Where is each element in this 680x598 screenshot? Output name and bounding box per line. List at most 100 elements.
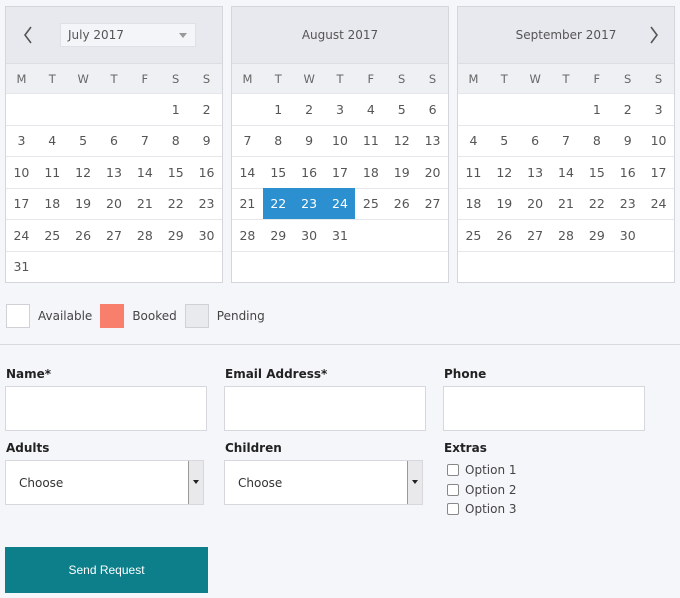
day-cell[interactable]: 17 [6, 187, 37, 220]
day-cell[interactable]: 7 [550, 124, 582, 157]
day-cell[interactable]: 16 [191, 156, 222, 188]
day-cell[interactable]: 20 [98, 187, 130, 220]
day-cell[interactable]: 4 [36, 124, 68, 157]
send-request-button[interactable]: Send Request [5, 547, 208, 593]
day-cell[interactable]: 20 [417, 156, 448, 188]
day-cell[interactable]: 8 [160, 124, 192, 157]
day-cell[interactable]: 18 [458, 187, 489, 220]
day-cell[interactable]: 28 [232, 219, 263, 251]
day-cell[interactable]: 14 [232, 156, 263, 188]
day-cell[interactable]: 11 [36, 156, 68, 188]
prev-month-button[interactable] [16, 21, 40, 49]
day-cell[interactable]: 11 [355, 124, 387, 157]
day-cell[interactable]: 13 [98, 156, 130, 188]
extra-option-3[interactable]: Option 3 [447, 502, 517, 516]
day-cell[interactable]: 16 [293, 156, 325, 188]
day-cell[interactable]: 5 [67, 124, 99, 157]
next-month-button[interactable] [642, 21, 666, 49]
day-cell[interactable]: 15 [160, 156, 192, 188]
children-select[interactable]: Choose [224, 460, 423, 505]
day-cell[interactable]: 17 [643, 156, 674, 188]
day-cell[interactable]: 16 [612, 156, 644, 188]
day-cell[interactable]: 24 [324, 187, 356, 219]
day-cell[interactable]: 18 [355, 156, 387, 188]
day-cell[interactable]: 30 [293, 219, 325, 251]
day-cell[interactable]: 6 [519, 124, 551, 157]
day-cell[interactable]: 2 [612, 93, 644, 125]
day-cell[interactable]: 21 [232, 187, 263, 220]
day-cell[interactable]: 2 [293, 93, 325, 125]
day-cell[interactable]: 19 [67, 187, 99, 220]
day-cell[interactable]: 24 [643, 187, 674, 220]
day-cell[interactable]: 5 [386, 93, 418, 125]
day-cell[interactable]: 22 [581, 187, 613, 220]
day-cell[interactable]: 26 [488, 219, 520, 251]
day-cell[interactable]: 10 [643, 124, 674, 157]
day-cell[interactable]: 22 [160, 187, 192, 220]
day-cell[interactable]: 20 [519, 187, 551, 220]
day-cell[interactable]: 1 [262, 93, 294, 125]
day-cell[interactable]: 9 [191, 124, 222, 157]
day-cell[interactable]: 25 [355, 187, 387, 220]
day-cell[interactable]: 8 [581, 124, 613, 157]
checkbox[interactable] [447, 464, 459, 476]
day-cell[interactable]: 28 [129, 219, 161, 251]
day-cell[interactable]: 10 [324, 124, 356, 157]
day-cell[interactable]: 19 [488, 187, 520, 220]
adults-select[interactable]: Choose [5, 460, 204, 505]
extra-option-1[interactable]: Option 1 [447, 463, 517, 477]
day-cell[interactable]: 9 [293, 124, 325, 157]
checkbox[interactable] [447, 484, 459, 496]
month-select[interactable]: July 2017 [60, 23, 196, 47]
day-cell[interactable]: 14 [129, 156, 161, 188]
dropdown-arrow-icon[interactable] [407, 461, 422, 504]
extra-option-2[interactable]: Option 2 [447, 483, 517, 497]
checkbox[interactable] [447, 503, 459, 515]
day-cell[interactable]: 25 [458, 219, 489, 251]
name-field[interactable] [5, 386, 207, 431]
day-cell[interactable]: 13 [519, 156, 551, 188]
day-cell[interactable]: 22 [262, 187, 294, 219]
day-cell[interactable]: 19 [386, 156, 418, 188]
day-cell[interactable]: 23 [191, 187, 222, 220]
day-cell[interactable]: 29 [160, 219, 192, 251]
day-cell[interactable]: 7 [129, 124, 161, 157]
day-cell[interactable]: 2 [191, 93, 222, 125]
day-cell[interactable]: 31 [6, 250, 37, 283]
day-cell[interactable]: 14 [550, 156, 582, 188]
day-cell[interactable]: 29 [262, 219, 294, 251]
day-cell[interactable]: 10 [6, 156, 37, 188]
day-cell[interactable]: 5 [488, 124, 520, 157]
day-cell[interactable]: 1 [160, 93, 192, 125]
day-cell[interactable]: 23 [612, 187, 644, 220]
day-cell[interactable]: 9 [612, 124, 644, 157]
day-cell[interactable]: 6 [417, 93, 448, 125]
day-cell[interactable]: 4 [458, 124, 489, 157]
day-cell[interactable]: 12 [67, 156, 99, 188]
day-cell[interactable]: 27 [519, 219, 551, 251]
dropdown-arrow-icon[interactable] [188, 461, 203, 504]
day-cell[interactable]: 26 [386, 187, 418, 220]
day-cell[interactable]: 8 [262, 124, 294, 157]
day-cell[interactable]: 30 [191, 219, 222, 251]
day-cell[interactable]: 3 [324, 93, 356, 125]
day-cell[interactable]: 21 [129, 187, 161, 220]
day-cell[interactable]: 12 [386, 124, 418, 157]
day-cell[interactable]: 27 [417, 187, 448, 220]
day-cell[interactable]: 24 [6, 219, 37, 251]
phone-field[interactable] [443, 386, 645, 431]
day-cell[interactable]: 4 [355, 93, 387, 125]
day-cell[interactable]: 7 [232, 124, 263, 157]
day-cell[interactable]: 26 [67, 219, 99, 251]
day-cell[interactable]: 27 [98, 219, 130, 251]
day-cell[interactable]: 17 [324, 156, 356, 188]
day-cell[interactable]: 18 [36, 187, 68, 220]
day-cell[interactable]: 11 [458, 156, 489, 188]
day-cell[interactable]: 30 [612, 219, 644, 251]
day-cell[interactable]: 29 [581, 219, 613, 251]
day-cell[interactable]: 15 [262, 156, 294, 188]
day-cell[interactable]: 12 [488, 156, 520, 188]
day-cell[interactable]: 23 [293, 187, 325, 219]
day-cell[interactable]: 15 [581, 156, 613, 188]
day-cell[interactable]: 3 [6, 124, 37, 157]
